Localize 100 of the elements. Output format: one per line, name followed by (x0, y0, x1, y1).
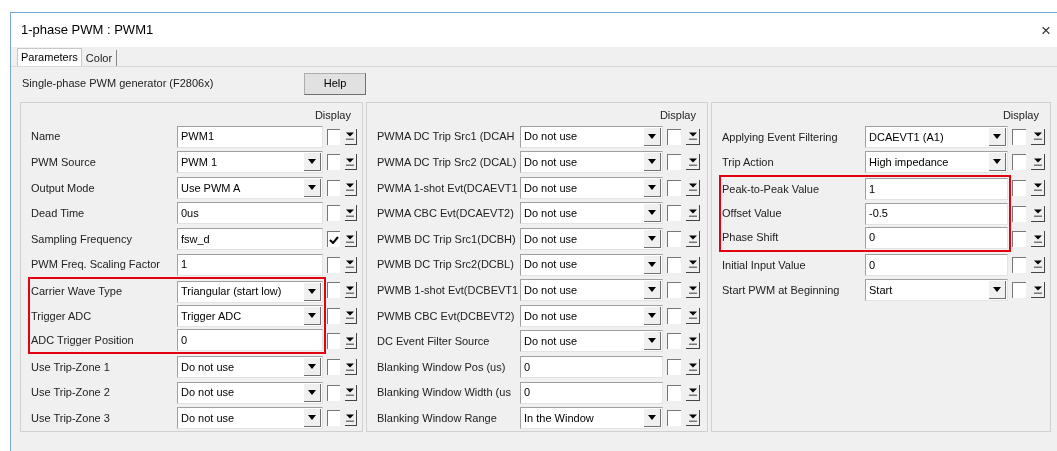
parameter-label: PWMB DC Trip Src1(DCBH) (377, 231, 517, 247)
dropdown-arrow-button[interactable] (304, 409, 321, 428)
dropdown-arrow-button[interactable] (644, 306, 661, 325)
dropdown-arrow-button[interactable] (644, 332, 661, 351)
dropdown-arrow-button[interactable] (644, 127, 661, 146)
parameter-label: Dead Time (31, 206, 86, 222)
display-checkbox[interactable] (667, 179, 681, 196)
input-field[interactable]: -0.5 (865, 202, 1008, 225)
dropdown-arrow-button[interactable] (989, 127, 1006, 146)
display-checkbox[interactable] (1012, 128, 1026, 145)
input-field[interactable]: 0 (865, 226, 1008, 249)
dropdown-arrow-button[interactable] (304, 153, 321, 172)
display-checkbox[interactable] (667, 231, 681, 248)
caret-icon (346, 208, 355, 217)
display-checkbox[interactable] (327, 154, 340, 171)
input-field[interactable]: 0us (177, 202, 323, 225)
display-checkbox[interactable] (667, 128, 681, 145)
dropdown[interactable]: Do not use (520, 279, 663, 302)
caret-icon (993, 133, 1001, 139)
display-checkbox[interactable] (327, 333, 340, 350)
input-field[interactable]: 0 (177, 328, 323, 351)
display-checkbox[interactable] (667, 282, 681, 299)
dropdown[interactable]: Do not use (520, 176, 663, 199)
caret-icon (648, 133, 656, 139)
display-checkbox[interactable] (1012, 256, 1026, 273)
dropdown-arrow-button[interactable] (989, 281, 1006, 300)
display-checkbox[interactable] (1012, 282, 1026, 299)
dropdown[interactable]: Trigger ADC (177, 304, 323, 327)
caret-icon (308, 415, 316, 421)
parameter-label: Phase Shift (722, 230, 780, 246)
dropdown[interactable]: Do not use (520, 253, 663, 276)
dropdown[interactable]: Use PWM A (177, 176, 323, 199)
display-checkbox[interactable] (667, 333, 681, 350)
dropdown[interactable]: In the Window (520, 407, 663, 430)
display-checkbox[interactable] (1012, 231, 1026, 248)
display-checkbox[interactable] (667, 154, 681, 171)
dropdown[interactable]: Do not use (177, 407, 323, 430)
display-checkbox[interactable] (667, 205, 681, 222)
dropdown-arrow-button[interactable] (304, 178, 321, 197)
dropdown[interactable]: Do not use (520, 228, 663, 251)
help-button[interactable]: Help (304, 72, 366, 95)
display-checkbox[interactable] (1012, 154, 1026, 171)
dropdown[interactable]: PWM 1 (177, 151, 323, 174)
display-checkbox[interactable] (327, 256, 340, 273)
dropdown[interactable]: Triangular (start low) (177, 280, 323, 303)
dropdown-arrow-button[interactable] (644, 178, 661, 197)
display-checkbox[interactable] (327, 307, 340, 324)
dropdown-arrow-button[interactable] (644, 255, 661, 274)
dropdown[interactable]: Do not use (177, 381, 323, 404)
input-field[interactable]: PWM1 (177, 125, 323, 148)
input-field[interactable]: 0 (865, 253, 1008, 276)
display-checkbox[interactable] (1012, 205, 1026, 222)
display-checkbox[interactable] (667, 256, 681, 273)
tab[interactable]: Parameters (17, 48, 82, 66)
parameter-label: Carrier Wave Type (31, 284, 124, 300)
display-checkbox[interactable] (327, 384, 340, 401)
tab[interactable]: Color (81, 50, 118, 66)
parameter-label: Use Trip-Zone 1 (31, 359, 111, 375)
display-checkbox[interactable] (327, 231, 340, 248)
dropdown-arrow-button[interactable] (644, 230, 661, 249)
dropdown-arrow-button[interactable] (989, 153, 1006, 172)
display-checkbox[interactable] (327, 205, 340, 222)
display-checkbox[interactable] (327, 359, 340, 375)
display-checkbox[interactable] (327, 282, 340, 299)
dropdown[interactable]: High impedance (865, 151, 1008, 174)
parameter-label: Use Trip-Zone 3 (31, 410, 111, 426)
close-button[interactable]: × (1037, 20, 1055, 40)
dropdown[interactable]: Do not use (177, 356, 323, 378)
dropdown-arrow-button[interactable] (644, 153, 661, 172)
caret-icon (308, 159, 316, 165)
dropdown[interactable]: Start (865, 279, 1008, 302)
dropdown-arrow-button[interactable] (644, 204, 661, 223)
dropdown[interactable]: Do not use (520, 202, 663, 225)
input-field[interactable]: fsw_d (177, 228, 323, 251)
dropdown[interactable]: Do not use (520, 304, 663, 327)
display-checkbox[interactable] (1012, 180, 1026, 196)
caret-icon (346, 362, 355, 371)
dropdown-arrow-button[interactable] (304, 383, 321, 402)
dropdown-arrow-button[interactable] (304, 306, 321, 325)
dropdown[interactable]: Do not use (520, 151, 663, 174)
dropdown[interactable]: Do not use (520, 125, 663, 148)
input-field[interactable]: 1 (177, 253, 323, 276)
input-field[interactable]: 0 (520, 356, 663, 378)
display-checkbox[interactable] (667, 384, 681, 401)
input-field[interactable]: 1 (865, 178, 1008, 201)
dropdown-arrow-button[interactable] (304, 358, 321, 376)
display-checkbox[interactable] (327, 410, 340, 427)
display-checkbox[interactable] (667, 410, 681, 427)
display-checkbox[interactable] (667, 307, 681, 324)
dropdown-arrow-button[interactable] (644, 409, 661, 428)
dropdown[interactable]: DCAEVT1 (A1) (865, 125, 1008, 148)
display-menu-button[interactable] (1031, 180, 1045, 196)
display-checkbox[interactable] (327, 179, 340, 196)
dropdown-arrow-button[interactable] (644, 281, 661, 300)
dropdown-arrow-button[interactable] (304, 282, 321, 301)
input-field[interactable]: 0 (520, 381, 663, 404)
display-checkbox[interactable] (667, 359, 681, 375)
display-checkbox[interactable] (327, 128, 340, 145)
caret-icon (688, 183, 697, 192)
dropdown[interactable]: Do not use (520, 330, 663, 353)
